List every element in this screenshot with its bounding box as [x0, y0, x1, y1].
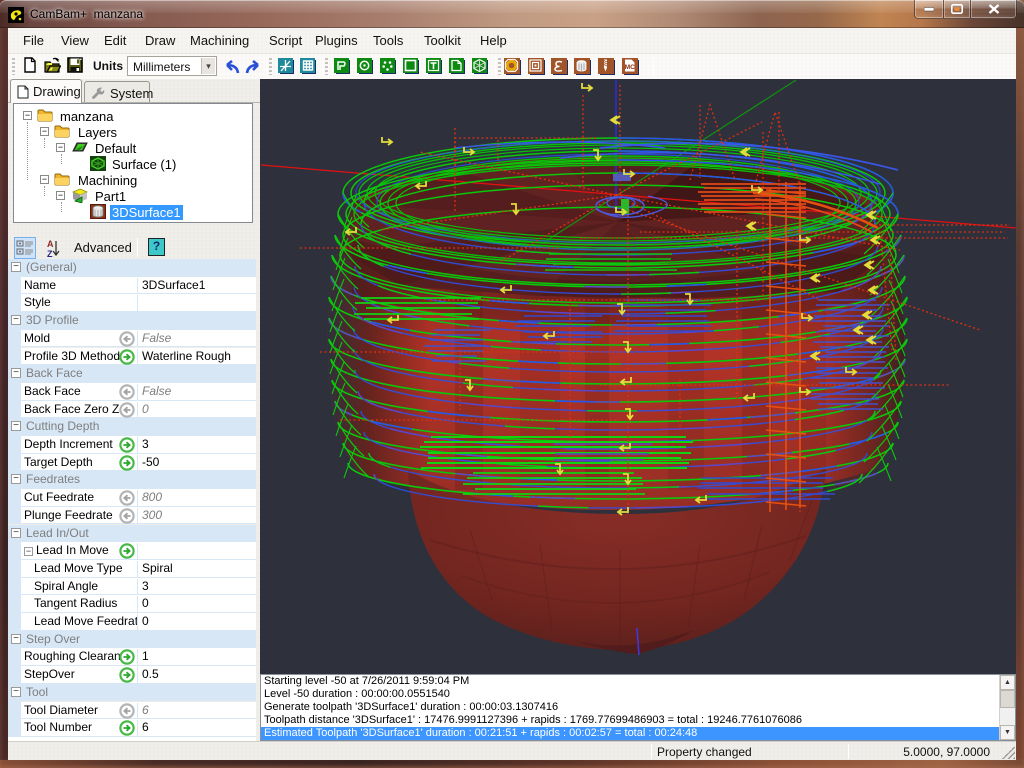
- svg-text:A: A: [47, 239, 54, 249]
- svg-text:Z: Z: [47, 249, 53, 258]
- svg-text:MC: MC: [625, 64, 635, 71]
